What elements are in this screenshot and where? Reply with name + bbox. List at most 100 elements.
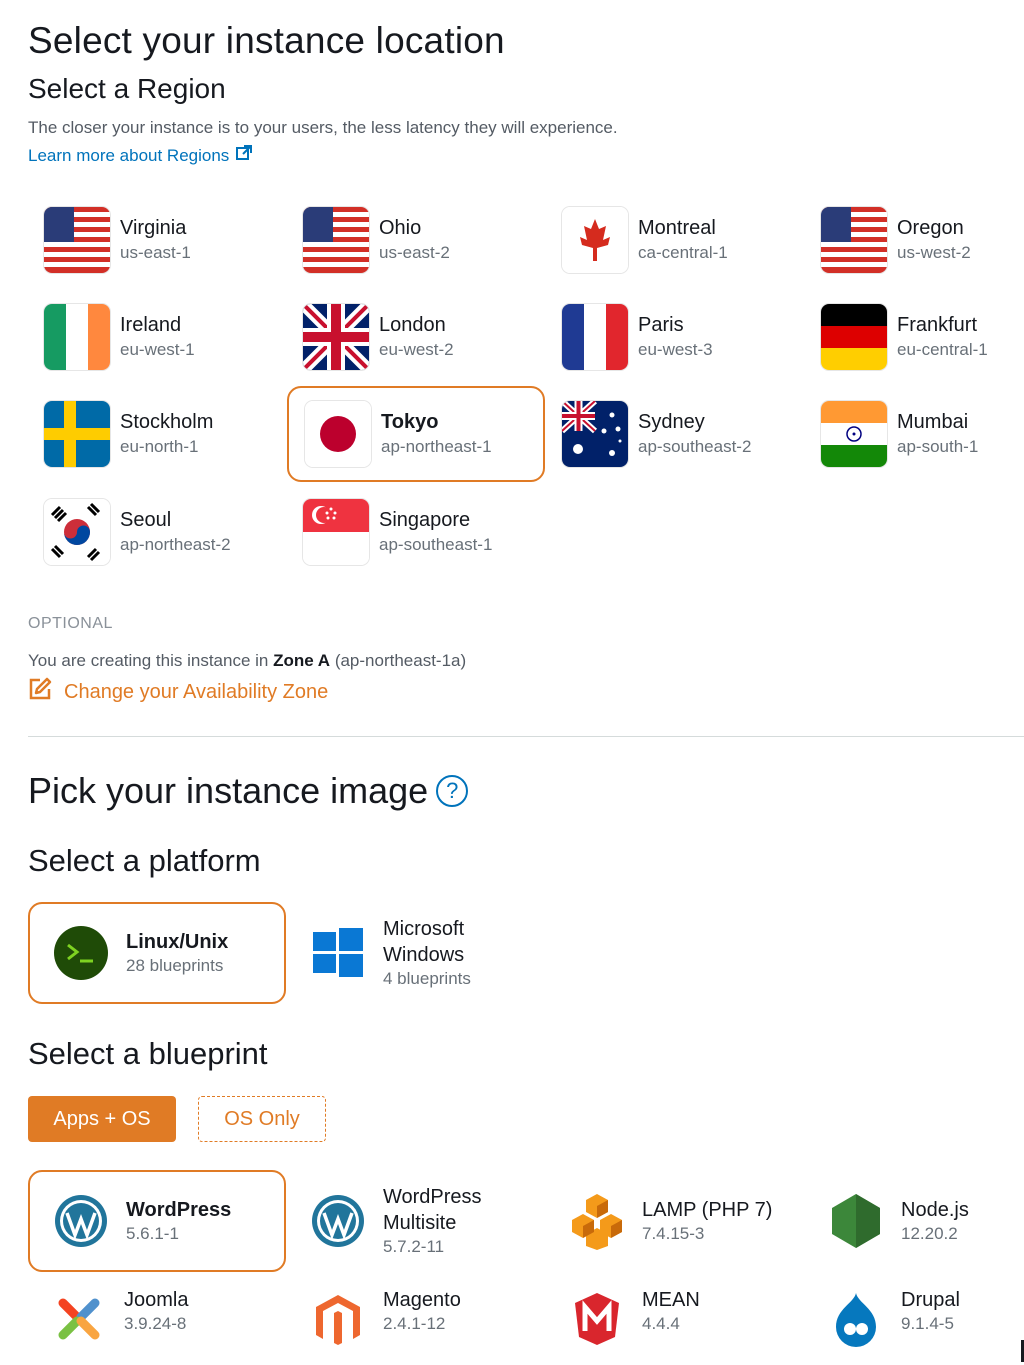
image-title-text: Pick your instance image (28, 770, 429, 811)
region-name: Singapore (379, 509, 471, 531)
blueprint-drupal[interactable]: Drupal 9.1.4-5 (805, 1274, 1024, 1365)
change-availability-zone-link[interactable]: Change your Availability Zone (28, 677, 328, 707)
blueprint-name: WordPress (126, 1199, 232, 1221)
apps-os-tab[interactable]: Apps + OS (28, 1096, 176, 1142)
blueprint-magento[interactable]: Magento 2.4.1-12 (287, 1274, 545, 1365)
region-stockholm[interactable]: Stockholm eu-north-1 (28, 386, 286, 482)
region-name: Tokyo (381, 411, 439, 433)
us-flag-icon (821, 207, 887, 273)
wordpress-icon (307, 1190, 369, 1252)
blueprint-wordpress-multisite[interactable]: WordPress Multisite 5.7.2-11 (287, 1170, 545, 1272)
blueprint-heading: Select a blueprint (28, 1036, 268, 1071)
learn-more-regions-link[interactable]: Learn more about Regions (28, 144, 253, 167)
se-flag-icon (44, 401, 110, 467)
blueprint-version: 4.4.4 (642, 1314, 680, 1333)
region-description: The closer your instance is to your user… (28, 118, 618, 137)
kr-flag-icon (44, 499, 110, 565)
blueprint-joomla[interactable]: Joomla 3.9.24-8 (28, 1274, 286, 1365)
sg-flag-icon (303, 499, 369, 565)
region-name: Frankfurt (897, 314, 978, 336)
change-az-label: Change your Availability Zone (64, 680, 329, 703)
region-london[interactable]: London eu-west-2 (287, 289, 545, 385)
region-tokyo[interactable]: Tokyo ap-northeast-1 (287, 386, 545, 482)
page-title: Select your instance location (28, 20, 505, 61)
learn-more-label: Learn more about Regions (28, 145, 230, 165)
region-singapore[interactable]: Singapore ap-southeast-1 (287, 484, 545, 580)
blueprint-mean[interactable]: MEAN 4.4.4 (546, 1274, 804, 1365)
platform-windows[interactable]: Microsoft Windows 4 blueprints (287, 902, 545, 1004)
region-code: eu-west-1 (120, 340, 195, 359)
zone-name: Zone A (273, 651, 331, 670)
region-sydney[interactable]: Sydney ap-southeast-2 (546, 386, 804, 482)
blueprint-name-line2: Multisite (383, 1212, 457, 1234)
region-ireland[interactable]: Ireland eu-west-1 (28, 289, 286, 385)
ie-flag-icon (44, 304, 110, 370)
blueprint-version: 5.6.1-1 (126, 1224, 179, 1243)
platform-linux[interactable]: Linux/Unix 28 blueprints (28, 902, 286, 1004)
blueprint-wordpress[interactable]: WordPress 5.6.1-1 (28, 1170, 286, 1272)
blueprint-name: Joomla (124, 1289, 189, 1311)
region-mumbai[interactable]: Mumbai ap-south-1 (805, 386, 1024, 482)
blueprint-version: 3.9.24-8 (124, 1314, 187, 1333)
blueprint-name: Drupal (901, 1289, 960, 1311)
image-section-title: Pick your instance image ? (28, 770, 469, 812)
terminal-icon (50, 922, 112, 984)
region-name: Oregon (897, 217, 964, 239)
nodejs-icon (825, 1190, 887, 1252)
region-montreal[interactable]: Montreal ca-central-1 (546, 192, 804, 288)
region-seoul[interactable]: Seoul ap-northeast-2 (28, 484, 286, 580)
region-grid: Virginia us-east-1 Ohio us-east-2 Montreal… (28, 192, 1018, 582)
blueprint-name-line1: WordPress (383, 1186, 482, 1208)
us-flag-icon (44, 207, 110, 273)
region-code: us-east-1 (120, 243, 191, 262)
region-code: eu-north-1 (120, 437, 199, 456)
windows-icon (307, 922, 369, 984)
region-name: Mumbai (897, 411, 969, 433)
region-code: eu-central-1 (897, 340, 988, 359)
region-oregon[interactable]: Oregon us-west-2 (805, 192, 1024, 288)
blueprint-version: 2.4.1-12 (383, 1314, 446, 1333)
os-only-tab[interactable]: OS Only (198, 1096, 326, 1142)
platform-blueprint-count: 28 blueprints (126, 956, 224, 975)
region-code: ap-south-1 (897, 437, 979, 456)
region-virginia[interactable]: Virginia us-east-1 (28, 192, 286, 288)
region-ohio[interactable]: Ohio us-east-2 (287, 192, 545, 288)
blueprint-name: MEAN (642, 1289, 700, 1311)
region-code: us-east-2 (379, 243, 450, 262)
region-name: London (379, 314, 446, 336)
region-name: Ireland (120, 314, 182, 336)
region-name: Sydney (638, 411, 705, 433)
blueprint-name: Node.js (901, 1199, 969, 1221)
blueprint-lamp[interactable]: LAMP (PHP 7) 7.4.15-3 (546, 1170, 804, 1272)
region-paris[interactable]: Paris eu-west-3 (546, 289, 804, 385)
region-code: ap-northeast-1 (381, 437, 492, 456)
blueprint-name: Magento (383, 1289, 461, 1311)
blueprint-version: 7.4.15-3 (642, 1224, 705, 1243)
zone-info: You are creating this instance in Zone A… (28, 651, 466, 671)
region-name: Paris (638, 314, 684, 336)
magento-icon (307, 1288, 369, 1350)
joomla-icon (48, 1288, 110, 1350)
region-frankfurt[interactable]: Frankfurt eu-central-1 (805, 289, 1024, 385)
blueprint-version: 9.1.4-5 (901, 1314, 954, 1333)
region-code: ap-northeast-2 (120, 535, 231, 554)
de-flag-icon (821, 304, 887, 370)
blueprint-nodejs[interactable]: Node.js 12.20.2 (805, 1170, 1024, 1272)
gb-flag-icon (303, 304, 369, 370)
fr-flag-icon (562, 304, 628, 370)
platform-name-line2: Windows (383, 944, 465, 966)
region-name: Stockholm (120, 411, 214, 433)
platform-name: Linux/Unix (126, 931, 229, 953)
blueprint-version: 5.7.2-11 (383, 1237, 445, 1256)
external-link-icon (235, 144, 253, 167)
jp-flag-icon (305, 401, 371, 467)
region-heading: Select a Region (28, 73, 226, 104)
help-icon[interactable]: ? (436, 775, 469, 807)
region-code: ap-southeast-2 (638, 437, 752, 456)
in-flag-icon (821, 401, 887, 467)
edit-icon (28, 677, 52, 707)
zone-code: (ap-northeast-1a) (334, 651, 467, 670)
zone-prefix: You are creating this instance in (28, 651, 269, 670)
region-code: us-west-2 (897, 243, 971, 262)
platform-name-line1: Microsoft (383, 918, 465, 940)
